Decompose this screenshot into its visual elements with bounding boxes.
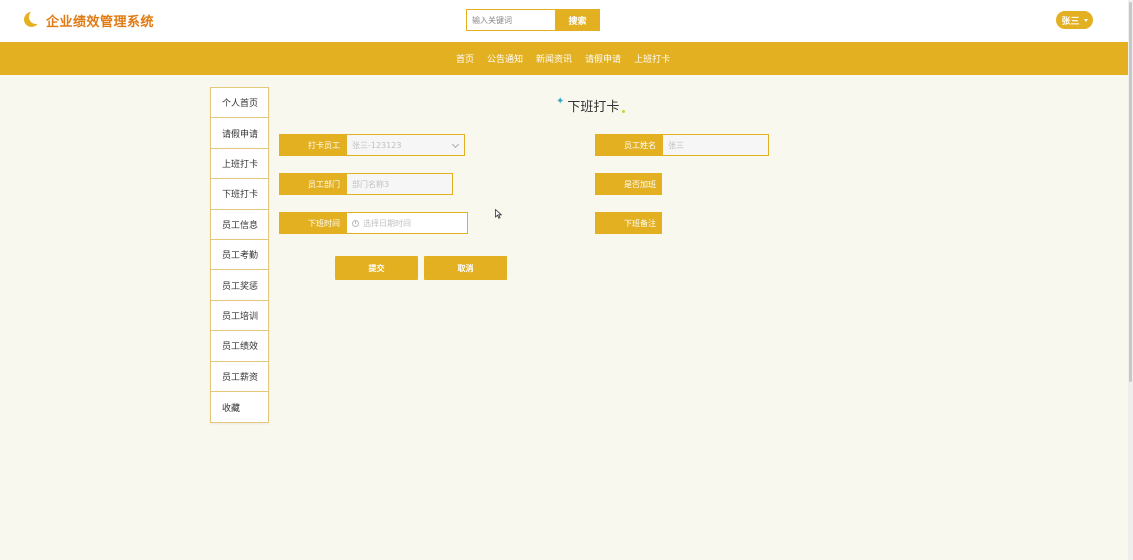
time-picker-placeholder: 选择日期时间 (363, 218, 411, 228)
moon-icon (24, 10, 43, 29)
cancel-button[interactable]: 取消 (424, 256, 507, 280)
sidebar-item-salary[interactable]: 员工薪资 (211, 361, 268, 392)
nav-item-news[interactable]: 新闻资讯 (536, 52, 572, 65)
sidebar: 个人首页 请假申请 上班打卡 下班打卡 员工信息 员工考勤 员工奖惩 员工培训 … (210, 87, 269, 424)
remark-label: 下班备注 (595, 212, 662, 234)
employee-label: 打卡员工 (279, 134, 346, 156)
nav-item-home[interactable]: 首页 (456, 52, 474, 65)
caret-down-icon (1083, 18, 1088, 22)
dot-decoration (622, 110, 626, 113)
search-input[interactable] (466, 9, 555, 31)
time-picker[interactable]: 选择日期时间 (346, 212, 468, 234)
sidebar-item-performance[interactable]: 员工绩效 (211, 331, 268, 362)
sidebar-item-clock-out[interactable]: 下班打卡 (211, 179, 268, 210)
page-title-text: 下班打卡 (567, 100, 620, 115)
search-bar: 搜索 (466, 9, 600, 31)
dept-field-value: 部门名称3 (352, 179, 390, 189)
time-label: 下班时间 (279, 212, 346, 234)
dept-label: 员工部门 (279, 173, 346, 195)
user-name: 张三 (1061, 16, 1080, 27)
page-scrollbar[interactable] (1128, 0, 1133, 560)
user-menu[interactable]: 张三 (1056, 11, 1093, 29)
nav-item-clock-in[interactable]: 上班打卡 (634, 52, 670, 65)
sidebar-item-profile[interactable]: 个人首页 (211, 88, 268, 119)
name-field-value: 张三 (668, 140, 684, 150)
overtime-label: 是否加班 (595, 173, 662, 195)
logo-text: 企业绩效管理系统 (46, 14, 155, 30)
main-nav: 首页 公告通知 新闻资讯 请假申请 上班打卡 (0, 42, 1133, 75)
sidebar-item-favorites[interactable]: 收藏 (211, 391, 268, 423)
star-icon: ✦ (556, 96, 565, 107)
sidebar-item-clock-in[interactable]: 上班打卡 (211, 148, 268, 180)
employee-select[interactable]: 张三-123123 (346, 134, 465, 156)
scrollbar-thumb[interactable] (1129, 2, 1132, 382)
nav-item-leave[interactable]: 请假申请 (585, 52, 621, 65)
sidebar-item-rewards[interactable]: 员工奖惩 (211, 270, 268, 301)
sidebar-item-attendance[interactable]: 员工考勤 (211, 239, 268, 271)
top-header: 企业绩效管理系统 搜索 张三 (0, 0, 1133, 42)
employee-select-value: 张三-123123 (352, 140, 402, 150)
name-label: 员工姓名 (595, 134, 662, 156)
search-button[interactable]: 搜索 (555, 9, 600, 31)
sidebar-item-training[interactable]: 员工培训 (211, 300, 268, 332)
submit-button[interactable]: 提交 (335, 256, 418, 280)
chevron-down-icon (451, 140, 460, 149)
clock-icon (352, 219, 359, 227)
nav-item-notice[interactable]: 公告通知 (487, 52, 523, 65)
sidebar-item-leave[interactable]: 请假申请 (211, 118, 268, 149)
page-title: ✦ 下班打卡 (556, 96, 626, 115)
name-field[interactable]: 张三 (662, 134, 769, 156)
sidebar-item-employee-info[interactable]: 员工信息 (211, 209, 268, 240)
logo[interactable]: 企业绩效管理系统 (24, 10, 154, 30)
dept-field[interactable]: 部门名称3 (346, 173, 453, 195)
